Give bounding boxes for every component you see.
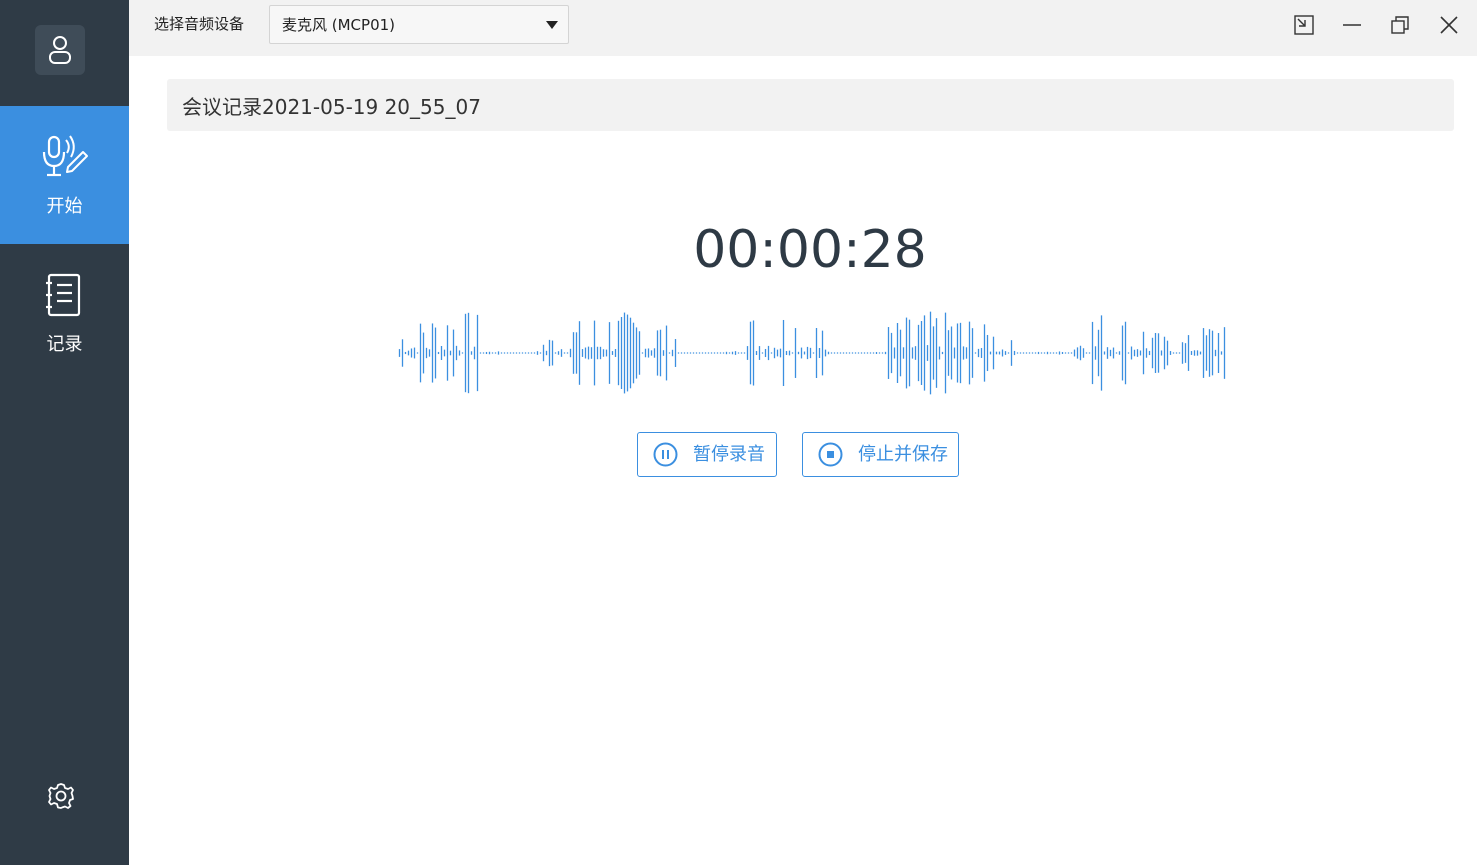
record-title-input[interactable] bbox=[167, 79, 1454, 131]
stop-icon bbox=[818, 442, 843, 467]
fullscreen-exit-button[interactable] bbox=[1289, 10, 1319, 40]
settings-button[interactable] bbox=[45, 780, 77, 812]
fullscreen-exit-icon bbox=[1294, 15, 1314, 35]
user-avatar-button[interactable] bbox=[35, 25, 85, 75]
close-button[interactable] bbox=[1434, 10, 1464, 40]
device-label: 选择音频设备 bbox=[154, 15, 245, 33]
audio-device-select[interactable]: 麦克风 (MCP01) bbox=[269, 5, 569, 44]
minimize-icon bbox=[1343, 24, 1361, 26]
pause-recording-label: 暂停录音 bbox=[693, 443, 765, 465]
sidebar-item-label: 记录 bbox=[46, 334, 83, 355]
recorder-app: 开始 记录 选择音频设备 麦克风 (MCP01) 会议记录2021-05-19 … bbox=[0, 0, 1477, 865]
stop-and-save-button[interactable]: 停止并保存 bbox=[802, 432, 959, 477]
device-select-value: 麦克风 (MCP01) bbox=[282, 16, 396, 34]
sidebar-item-label: 开始 bbox=[46, 196, 83, 217]
restore-icon bbox=[1391, 16, 1409, 34]
audio-waveform bbox=[398, 311, 1226, 395]
minimize-button[interactable] bbox=[1337, 10, 1367, 40]
chevron-down-icon bbox=[546, 21, 558, 29]
sidebar: 开始 记录 bbox=[0, 0, 129, 865]
stop-and-save-label: 停止并保存 bbox=[858, 443, 948, 465]
user-icon bbox=[49, 36, 71, 64]
mic-pen-icon bbox=[42, 135, 88, 177]
close-icon bbox=[1440, 16, 1458, 34]
top-bar: 选择音频设备 麦克风 (MCP01) bbox=[129, 0, 1477, 56]
pause-recording-button[interactable]: 暂停录音 bbox=[637, 432, 777, 477]
pause-icon bbox=[653, 442, 678, 467]
restore-button[interactable] bbox=[1385, 10, 1415, 40]
recording-timer: 00:00:28 bbox=[693, 220, 927, 280]
gear-icon bbox=[48, 783, 74, 809]
